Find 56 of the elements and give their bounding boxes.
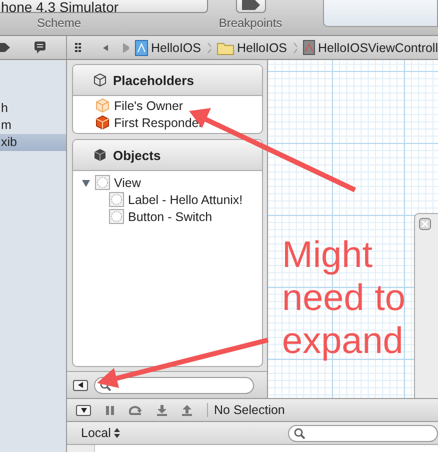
step-in-button[interactable] — [157, 404, 167, 416]
breadcrumb-item[interactable]: HelloIOSViewControll — [303, 40, 438, 55]
object-icon — [95, 175, 110, 190]
file-item[interactable]: m — [0, 117, 66, 134]
tree-item-label[interactable]: View — [114, 176, 141, 190]
gutter — [67, 445, 95, 452]
step-over-button[interactable] — [129, 405, 142, 415]
cube-icon — [95, 98, 110, 113]
variables-search-field[interactable] — [288, 424, 438, 442]
project-file-icon — [134, 40, 148, 56]
filter-field[interactable] — [94, 376, 254, 394]
cube-icon — [93, 148, 107, 162]
annotation-text: Might need to expand — [282, 233, 406, 362]
breadcrumb-item[interactable]: HelloIOS — [134, 40, 201, 56]
up-arrow-icon — [182, 404, 192, 416]
section-title: Placeholders — [113, 72, 194, 88]
step-out-button[interactable] — [182, 404, 192, 416]
down-triangle-icon — [80, 408, 86, 412]
breadcrumb-item[interactable]: HelloIOS — [217, 40, 288, 54]
breakpoint-icon — [242, 0, 260, 10]
chevron-icon — [207, 42, 211, 54]
disclosure-triangle-icon[interactable] — [81, 178, 91, 188]
chevron-icon — [293, 42, 298, 54]
pause-icon — [106, 406, 114, 414]
document-icon — [303, 40, 316, 55]
file-item[interactable]: xib — [0, 134, 66, 151]
pause-button[interactable] — [106, 406, 114, 414]
toolbar-label: Breakpoints — [218, 16, 282, 30]
folder-icon — [217, 40, 234, 54]
toggle-button[interactable] — [76, 404, 91, 416]
toolbar-label: Scheme — [36, 16, 82, 30]
object-icon — [109, 192, 124, 207]
tag-icon[interactable] — [0, 43, 10, 52]
toggle-button[interactable] — [73, 380, 88, 390]
left-triangle-icon — [78, 382, 83, 388]
scheme-popup[interactable]: hone 4.3 Simulator — [0, 0, 208, 13]
tree-item-label[interactable]: Button - Switch — [128, 210, 212, 224]
close-button[interactable] — [419, 218, 431, 230]
grid-icon[interactable] — [75, 43, 82, 52]
close-icon — [422, 221, 428, 227]
cube-icon — [95, 115, 110, 130]
file-item[interactable]: h — [0, 100, 66, 117]
search-icon — [294, 428, 305, 438]
breakpoints-button[interactable] — [236, 0, 266, 13]
curved-arrow-icon — [129, 405, 142, 415]
scope-popup[interactable]: Local — [81, 426, 120, 440]
debug-status: No Selection — [207, 403, 285, 417]
back-arrow-icon[interactable] — [102, 42, 108, 52]
up-down-icon — [114, 428, 120, 438]
speech-bubble-icon[interactable] — [34, 41, 46, 54]
placeholder-label[interactable]: File's Owner — [114, 98, 184, 112]
down-arrow-icon — [157, 404, 167, 416]
tree-item-label[interactable]: Label - Hello Attunix! — [128, 192, 243, 206]
cube-outline-icon — [93, 73, 107, 87]
section-title: Objects — [113, 148, 161, 162]
object-icon — [109, 209, 124, 224]
